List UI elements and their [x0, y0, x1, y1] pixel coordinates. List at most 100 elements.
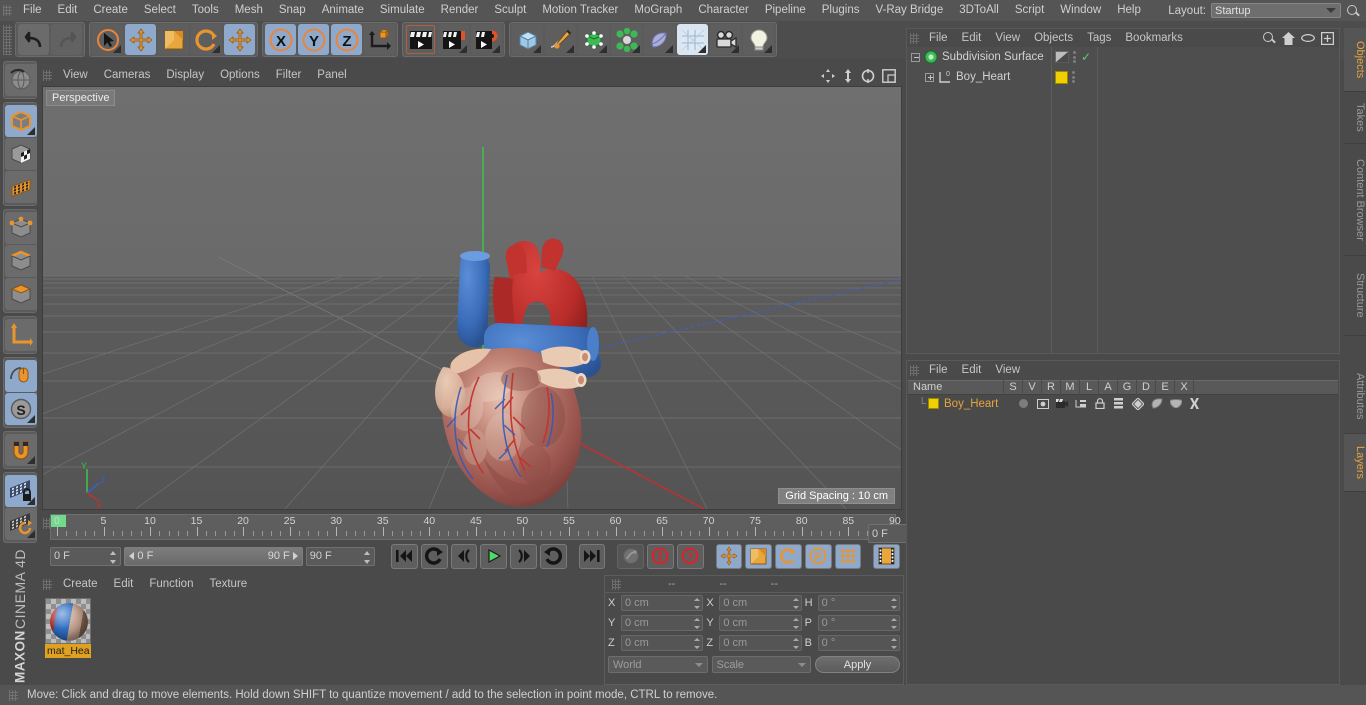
dolly-icon[interactable] — [842, 68, 854, 83]
layer-manager-icon[interactable] — [1071, 399, 1090, 409]
maximize-view-icon[interactable] — [882, 68, 896, 83]
object-mode-icon[interactable] — [5, 105, 37, 137]
loop-icon[interactable] — [539, 543, 567, 569]
viewport-canvas[interactable]: Perspective Grid Spacing : 10 cm Y Z X — [42, 86, 902, 510]
spinner-icon[interactable] — [890, 598, 897, 609]
key-param-icon[interactable]: P — [804, 543, 832, 569]
material-menu-edit[interactable]: Edit — [106, 575, 142, 594]
preview-range-bar[interactable]: 0 F 90 F — [124, 546, 303, 566]
coordinate-system-select[interactable]: World — [608, 656, 708, 673]
column-l[interactable]: L — [1080, 380, 1099, 395]
layer-generators-icon[interactable] — [1128, 397, 1147, 410]
layer-visible-icon[interactable] — [1033, 398, 1052, 409]
axis-x-button[interactable]: X — [265, 24, 296, 55]
column-x[interactable]: X — [1175, 380, 1194, 395]
spinner-icon[interactable] — [890, 638, 897, 649]
enable-axis-icon[interactable] — [5, 360, 37, 392]
tag-dots-icon[interactable] — [1073, 51, 1077, 63]
undo-view-icon[interactable] — [5, 64, 37, 96]
menu-item-file[interactable]: File — [15, 0, 50, 21]
range-right-handle[interactable] — [292, 552, 298, 560]
object-row-subdivision-surface[interactable]: Subdivision Surface ✓ — [907, 47, 1339, 67]
status-grip[interactable] — [9, 689, 18, 701]
range-left-handle[interactable] — [129, 552, 135, 560]
layer-menu-view[interactable]: View — [988, 361, 1027, 379]
scale-icon[interactable] — [158, 24, 189, 55]
spinner-icon[interactable] — [694, 638, 701, 649]
size-y-field[interactable]: 0 cm — [719, 615, 802, 631]
tab-structure[interactable]: Structure — [1344, 256, 1366, 336]
menu-item-pipeline[interactable]: Pipeline — [757, 0, 814, 21]
material-name-label[interactable]: mat_Hea — [45, 644, 91, 658]
tab-layers[interactable]: Layers — [1344, 434, 1366, 492]
menu-grip[interactable] — [3, 5, 12, 16]
home-icon[interactable] — [1282, 31, 1295, 45]
add-mograph-icon[interactable] — [611, 24, 642, 55]
move-icon[interactable] — [125, 24, 156, 55]
spinner-icon[interactable] — [792, 618, 799, 629]
points-mode-icon[interactable] — [5, 171, 37, 203]
menu-item-create[interactable]: Create — [85, 0, 136, 21]
record-auto-icon[interactable] — [617, 543, 645, 569]
menu-item-edit[interactable]: Edit — [50, 0, 86, 21]
tab-attributes[interactable]: Attributes — [1344, 360, 1366, 434]
layer-animation-icon[interactable] — [1109, 398, 1128, 409]
layer-manager-grip[interactable] — [910, 364, 919, 376]
tab-content-browser[interactable]: Content Browser — [1344, 144, 1366, 256]
object-row-boy-heart[interactable]: 0 Boy_Heart — [907, 67, 1339, 87]
key-points-icon[interactable] — [834, 543, 862, 569]
column-name[interactable]: Name — [908, 380, 1004, 395]
layer-xref-icon[interactable] — [1185, 398, 1204, 409]
object-menu-edit[interactable]: Edit — [955, 29, 989, 47]
texture-mode-icon[interactable] — [5, 138, 37, 170]
spinner-icon[interactable] — [694, 598, 701, 609]
record-icon[interactable] — [647, 543, 674, 569]
column-e[interactable]: E — [1156, 380, 1175, 395]
column-s[interactable]: S — [1004, 380, 1023, 395]
lock-workplane-icon[interactable] — [5, 475, 37, 507]
menu-item-tools[interactable]: Tools — [184, 0, 227, 21]
menu-item-vray-bridge[interactable]: V-Ray Bridge — [867, 0, 951, 21]
enable-check-icon[interactable]: ✓ — [1081, 50, 1091, 64]
material-thumbnail[interactable] — [45, 598, 91, 644]
viewport-menu-options[interactable]: Options — [212, 66, 268, 85]
rotation-b-field[interactable]: 0 ° — [817, 635, 900, 651]
layer-color-swatch[interactable] — [928, 398, 939, 409]
add-light-icon[interactable] — [743, 24, 774, 55]
position-z-field[interactable]: 0 cm — [621, 635, 704, 651]
key-scale-icon[interactable] — [745, 543, 773, 569]
render-view-icon[interactable] — [405, 24, 436, 55]
column-g[interactable]: G — [1118, 380, 1137, 395]
current-frame-field[interactable]: 0 F — [50, 546, 122, 566]
layer-menu-file[interactable]: File — [922, 361, 955, 379]
menu-item-plugins[interactable]: Plugins — [814, 0, 868, 21]
menu-item-snap[interactable]: Snap — [271, 0, 314, 21]
live-selection-icon[interactable] — [92, 24, 123, 55]
viewport-menu-cameras[interactable]: Cameras — [96, 66, 159, 85]
layer-render-icon[interactable] — [1052, 398, 1071, 409]
add-camera-icon[interactable] — [710, 24, 741, 55]
play-icon[interactable] — [480, 543, 508, 569]
viewport-grip[interactable] — [43, 70, 52, 81]
menu-item-mesh[interactable]: Mesh — [227, 0, 271, 21]
viewport-menu-view[interactable]: View — [55, 66, 96, 85]
spinner-icon[interactable] — [694, 618, 701, 629]
rotate-icon[interactable] — [191, 24, 222, 55]
world-coordinate-icon[interactable] — [364, 24, 395, 55]
move-active-icon[interactable] — [224, 24, 255, 55]
pan-icon[interactable] — [821, 68, 835, 83]
expand-expander-icon[interactable] — [925, 72, 934, 82]
step-back-icon[interactable] — [450, 543, 478, 569]
material-tag[interactable] — [1055, 70, 1068, 84]
menu-item-sculpt[interactable]: Sculpt — [486, 0, 534, 21]
collapse-expander-icon[interactable] — [911, 52, 920, 62]
size-z-field[interactable]: 0 cm — [719, 635, 802, 651]
add-generator-icon[interactable] — [578, 24, 609, 55]
position-x-field[interactable]: 0 cm — [621, 595, 704, 611]
rotation-h-field[interactable]: 0 ° — [817, 595, 900, 611]
axis-z-button[interactable]: Z — [331, 24, 362, 55]
go-to-start-icon[interactable] — [391, 543, 418, 569]
menu-item-select[interactable]: Select — [136, 0, 184, 21]
object-manager-grip[interactable] — [910, 32, 919, 44]
position-y-field[interactable]: 0 cm — [621, 615, 704, 631]
